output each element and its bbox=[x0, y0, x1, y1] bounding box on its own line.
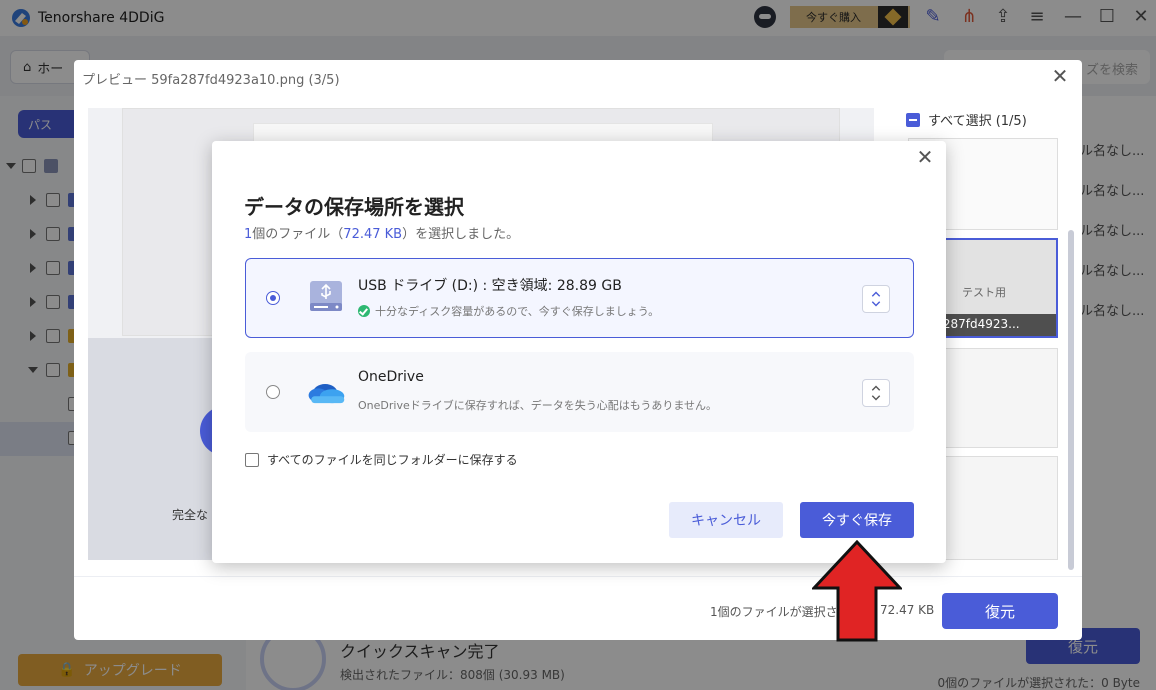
file-size: 72.47 KB bbox=[343, 227, 403, 242]
preview-footer: 1個のファイルが選択さ 72.47 KB 復元 bbox=[74, 576, 1082, 640]
chevron-updown-icon[interactable] bbox=[862, 379, 890, 407]
check-shield-icon bbox=[358, 305, 370, 317]
select-all-label: すべて選択 (1/5) bbox=[928, 114, 1027, 129]
checkbox-partial-icon bbox=[906, 112, 920, 127]
usb-option-name: USB ドライブ (D:) : 空き領域: 28.89 GB bbox=[358, 278, 622, 294]
same-folder-checkbox[interactable]: すべてのファイルを同じフォルダーに保存する bbox=[245, 451, 518, 468]
save-location-dialog: ✕ データの保存場所を選択 1個のファイル（72.47 KB）を選択しました。 … bbox=[212, 141, 946, 563]
onedrive-option-desc: OneDriveドライブに保存すれば、データを失う心配はもうありません。 bbox=[358, 399, 718, 412]
usb-radio[interactable] bbox=[266, 291, 280, 305]
onedrive-cloud-icon bbox=[308, 384, 345, 404]
usb-drive-option[interactable]: USB ドライブ (D:) : 空き領域: 28.89 GB 十分なディスク容量… bbox=[245, 258, 914, 338]
summary-text-after: ）を選択しました。 bbox=[402, 227, 520, 242]
save-now-button[interactable]: 今すぐ保存 bbox=[800, 502, 914, 538]
annotation-arrow-icon bbox=[812, 540, 902, 642]
selection-summary: 1個のファイル（72.47 KB）を選択しました。 bbox=[244, 223, 519, 242]
summary-text-before: 個のファイル（ bbox=[252, 227, 344, 242]
usb-option-desc: 十分なディスク容量があるので、今すぐ保存しましょう。 bbox=[358, 303, 659, 319]
onedrive-option[interactable]: OneDrive OneDriveドライブに保存すれば、データを失う心配はもうあ… bbox=[245, 352, 914, 432]
preview-close-icon[interactable]: ✕ bbox=[1050, 64, 1070, 88]
chevron-updown-icon[interactable] bbox=[862, 285, 890, 313]
select-all-checkbox[interactable]: すべて選択 (1/5) bbox=[906, 110, 1027, 129]
cancel-button[interactable]: キャンセル bbox=[669, 502, 783, 538]
preview-done-label: 完全な bbox=[172, 508, 209, 522]
preview-restore-button[interactable]: 復元 bbox=[942, 593, 1058, 629]
usb-drive-icon bbox=[310, 281, 342, 311]
usb-option-desc-text: 十分なディスク容量があるので、今すぐ保存しましょう。 bbox=[375, 305, 660, 318]
scrollbar[interactable] bbox=[1068, 230, 1074, 570]
same-folder-label: すべてのファイルを同じフォルダーに保存する bbox=[267, 453, 518, 467]
preview-title: プレビュー 59fa287fd4923a10.png (3/5) bbox=[82, 73, 340, 88]
close-icon[interactable]: ✕ bbox=[914, 145, 936, 169]
thumbnail-text: テスト用 bbox=[962, 286, 1006, 299]
onedrive-radio[interactable] bbox=[266, 385, 280, 399]
checkbox[interactable] bbox=[245, 452, 259, 467]
onedrive-option-name: OneDrive bbox=[358, 369, 424, 385]
dialog-title: データの保存場所を選択 bbox=[244, 195, 464, 219]
